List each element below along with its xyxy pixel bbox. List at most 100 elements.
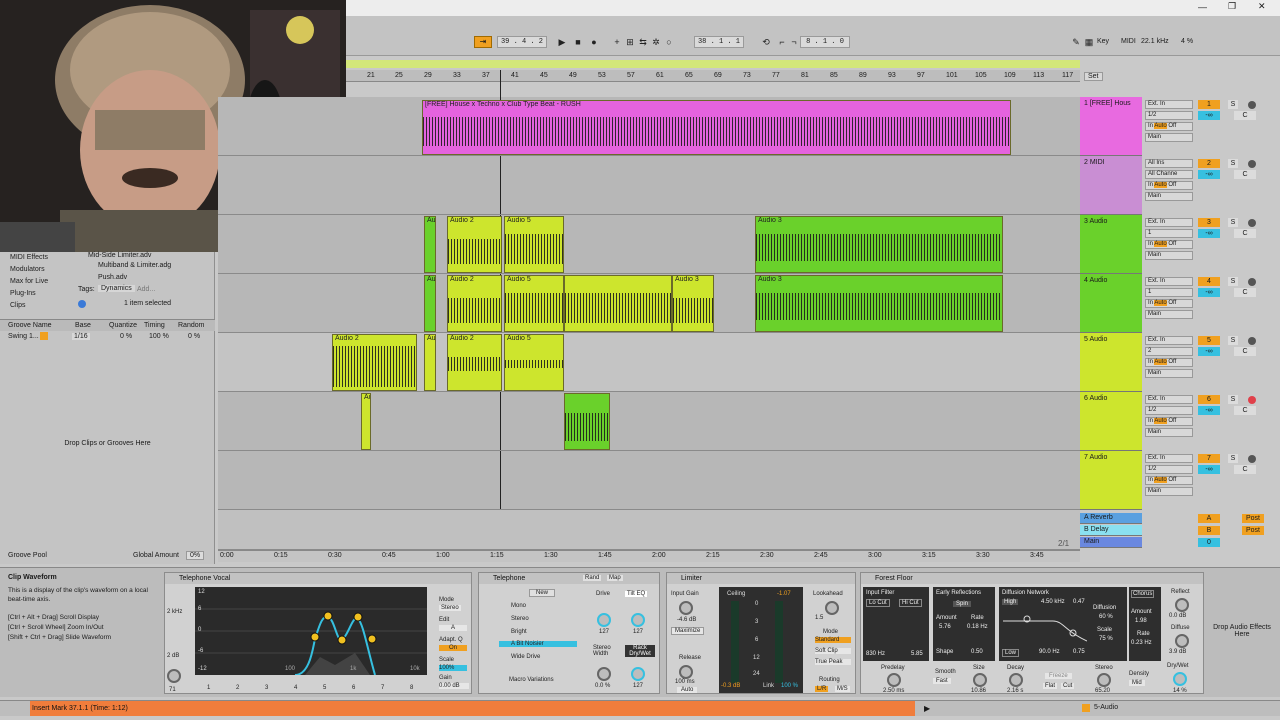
flat-button[interactable]: Flat — [1043, 683, 1058, 689]
overview-strip[interactable] — [346, 60, 1080, 68]
return-track-name[interactable]: A Reverb — [1084, 514, 1113, 521]
size-knob[interactable] — [973, 673, 987, 687]
track-header[interactable]: 2 MIDI — [1080, 156, 1142, 215]
category-modulators[interactable]: Modulators — [10, 266, 45, 273]
browser-file[interactable]: Multiband & Limiter.adg — [98, 262, 171, 269]
track-header[interactable]: 4 Audio — [1080, 274, 1142, 333]
er-amount-value[interactable]: 5.76 — [939, 624, 951, 630]
reflect-knob[interactable] — [1175, 598, 1189, 612]
eq-gain-readout[interactable]: 2 dB — [167, 653, 179, 659]
density-select[interactable]: Mid — [1129, 680, 1145, 686]
track-header[interactable]: 1 [FREE] Hous — [1080, 97, 1142, 156]
monitor-auto[interactable]: Auto — [1154, 123, 1167, 129]
eq-gain-value[interactable]: 0.00 dB — [439, 683, 469, 689]
audio-clip[interactable] — [564, 393, 610, 450]
lookahead-knob[interactable] — [825, 601, 839, 615]
volume-value[interactable]: -∞ — [1198, 229, 1220, 238]
automation-arm-icon[interactable]: ⊞ — [624, 36, 636, 48]
track-header[interactable]: 7 Audio — [1080, 451, 1142, 510]
monitor-row[interactable]: In Auto Off — [1145, 476, 1193, 485]
solo-button[interactable]: S — [1228, 159, 1238, 168]
rack-drywet-knob[interactable] — [631, 667, 645, 681]
lane-6[interactable]: Au — [218, 392, 1080, 451]
eq-device[interactable]: Telephone Vocal 12 6 0 -6 -12 100 1k 10k — [164, 572, 472, 694]
eq-scale-value[interactable]: 100% — [439, 665, 467, 671]
input-channel-select[interactable]: 2 — [1145, 347, 1193, 356]
maximize-button[interactable]: Maximize — [671, 627, 705, 635]
chorus-amount-value[interactable]: 1.98 — [1135, 618, 1147, 624]
output-select[interactable]: Main — [1145, 428, 1193, 437]
groove-drop-zone[interactable]: Drop Clips or Grooves Here — [0, 440, 215, 447]
track-name[interactable]: 5 Audio — [1084, 336, 1107, 343]
lane-4[interactable]: Au Audio 2 Audio 5 Audio 3 Audio 3 — [218, 274, 1080, 333]
eq-band[interactable]: 2 — [236, 685, 239, 691]
release-knob[interactable] — [679, 665, 693, 679]
audio-clip[interactable]: Audio 2 — [447, 216, 502, 273]
auto-release-button[interactable]: Auto — [677, 687, 698, 693]
solo-button[interactable]: S — [1228, 395, 1238, 404]
groove-timing[interactable]: 100 % — [149, 333, 169, 340]
monitor-row[interactable]: In Auto Off — [1145, 417, 1193, 426]
audio-clip[interactable]: Audio 5 — [504, 216, 564, 273]
smooth-select[interactable]: Fast — [933, 678, 951, 684]
monitor-in[interactable]: In — [1148, 418, 1153, 424]
solo-button[interactable]: S — [1228, 100, 1238, 109]
output-select[interactable]: Main — [1145, 310, 1193, 319]
return-activator[interactable]: A — [1198, 514, 1220, 523]
groove-quantize[interactable]: 0 % — [120, 333, 132, 340]
routing-lr[interactable]: L/R — [815, 686, 829, 692]
capture-icon[interactable]: ✲ — [650, 36, 662, 48]
set-button[interactable]: Set — [1084, 72, 1103, 81]
loop-start[interactable]: 38 . 1 . 1 — [694, 36, 744, 48]
groove-name[interactable]: Swing 1... — [8, 333, 39, 340]
monitor-auto[interactable]: Auto — [1154, 300, 1167, 306]
preset-item-selected[interactable]: A Bit Noisier — [499, 641, 577, 647]
close-button[interactable]: ✕ — [1258, 1, 1266, 12]
lo-cut-button[interactable]: Lo Cut — [866, 599, 890, 607]
track-activator[interactable]: 7 — [1198, 454, 1220, 463]
monitor-row[interactable]: In Auto Off — [1145, 240, 1193, 249]
audio-clip[interactable]: Audio 5 — [504, 275, 564, 332]
routing-ms[interactable]: M/S — [835, 686, 850, 692]
monitor-row[interactable]: In Auto Off — [1145, 122, 1193, 131]
track-name[interactable]: 1 [FREE] Hous — [1084, 100, 1131, 107]
stereo-knob[interactable] — [1097, 673, 1111, 687]
audio-clip[interactable]: Audio 2 — [447, 275, 502, 332]
bar-ruler[interactable]: 21 25 29 33 37 41 45 49 53 57 61 65 69 7… — [346, 70, 1080, 82]
track-name[interactable]: 6 Audio — [1084, 395, 1107, 402]
arm-button[interactable] — [1248, 455, 1256, 463]
monitor-off[interactable]: Off — [1168, 123, 1176, 129]
return-track-name[interactable]: B Delay — [1084, 526, 1109, 533]
reenable-automation-icon[interactable]: ⇆ — [637, 36, 649, 48]
category-plugins[interactable]: Plug-Ins — [10, 290, 36, 297]
play-icon[interactable]: ▶ — [556, 36, 568, 48]
draw-mode-icon[interactable]: ✎ — [1070, 36, 1082, 48]
lane-3[interactable]: Au Audio 2 Audio 5 Audio 3 — [218, 215, 1080, 274]
eq-band[interactable]: 3 — [265, 685, 268, 691]
mode-soft-clip[interactable]: Soft Clip — [815, 648, 851, 654]
forest-floor-device[interactable]: Forest Floor Input Filter Lo Cut Hi Cut … — [860, 572, 1204, 694]
volume-value[interactable]: -∞ — [1198, 347, 1220, 356]
drive-knob[interactable] — [597, 613, 611, 627]
audio-clip[interactable]: Audio 5 — [504, 334, 564, 391]
monitor-off[interactable]: Off — [1168, 359, 1176, 365]
tag-dynamics[interactable]: Dynamics — [98, 285, 135, 292]
eq-band[interactable]: 1 — [207, 685, 210, 691]
arm-button[interactable] — [1248, 396, 1256, 404]
audio-clip[interactable]: Audio 2 — [332, 334, 417, 391]
track-activator[interactable]: 2 — [1198, 159, 1220, 168]
pre-post-toggle[interactable]: Post — [1242, 526, 1264, 535]
output-select[interactable]: Main — [1145, 133, 1193, 142]
predelay-knob[interactable] — [887, 673, 901, 687]
audio-clip[interactable]: Au — [424, 216, 436, 273]
input-type-select[interactable]: Ext. In — [1145, 100, 1193, 109]
rand-button[interactable]: Rand — [583, 575, 602, 581]
loop-length[interactable]: 8 . 1 . 0 — [800, 36, 850, 48]
audio-clip[interactable]: Audio 3 — [755, 216, 1003, 273]
follow-button[interactable]: ⇥ — [474, 36, 492, 48]
pan-value[interactable]: C — [1234, 465, 1256, 474]
lane-2[interactable] — [218, 156, 1080, 215]
eq-display[interactable]: 12 6 0 -6 -12 100 1k 10k — [195, 587, 427, 676]
monitor-auto[interactable]: Auto — [1154, 477, 1167, 483]
lane-5[interactable]: Audio 2 Au Audio 2 Audio 5 — [218, 333, 1080, 392]
